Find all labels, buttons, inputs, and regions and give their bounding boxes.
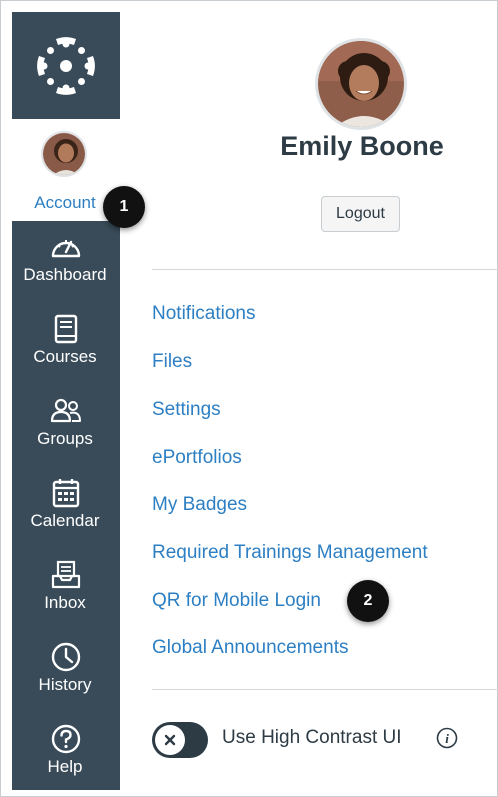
toggle-knob — [155, 725, 185, 755]
nav-item-label: Courses — [33, 347, 97, 366]
link-settings[interactable]: Settings — [152, 399, 221, 421]
courses-icon — [54, 314, 78, 344]
profile-avatar — [315, 38, 407, 130]
nav-item-inbox[interactable]: Inbox — [12, 550, 120, 632]
calendar-icon — [52, 479, 80, 508]
logout-button[interactable]: Logout — [321, 196, 400, 232]
link-my-badges[interactable]: My Badges — [152, 494, 247, 516]
high-contrast-toggle[interactable] — [152, 722, 208, 758]
high-contrast-label: Use High Contrast UI — [222, 727, 402, 748]
inbox-icon — [51, 560, 81, 589]
link-files[interactable]: Files — [152, 351, 192, 373]
dashboard-icon — [51, 240, 81, 258]
nav-item-label: Account — [34, 193, 96, 212]
nav-item-label: Inbox — [44, 593, 86, 612]
nav-item-label: Calendar — [30, 511, 100, 530]
info-icon[interactable]: i — [436, 727, 458, 749]
nav-item-dashboard[interactable]: Dashboard — [12, 222, 120, 304]
history-icon — [51, 642, 81, 672]
link-required-trainings-management[interactable]: Required Trainings Management — [152, 542, 428, 564]
callout-badge: 2 — [347, 580, 389, 622]
divider — [152, 689, 498, 690]
groups-icon — [50, 398, 81, 423]
nav-item-label: Dashboard — [23, 265, 107, 284]
svg-text:i: i — [445, 731, 449, 746]
canvas-logo-icon — [37, 36, 95, 95]
nav-item-label: History — [38, 675, 92, 694]
link-notifications[interactable]: Notifications — [152, 303, 256, 325]
divider — [152, 269, 498, 270]
nav-item-courses[interactable]: Courses — [12, 304, 120, 386]
callout-badge: 1 — [103, 186, 145, 228]
nav-item-label: Groups — [37, 429, 93, 448]
nav-item-help[interactable]: Help — [12, 714, 120, 796]
nav-item-groups[interactable]: Groups — [12, 386, 120, 468]
nav-item-calendar[interactable]: Calendar — [12, 468, 120, 550]
link-global-announcements[interactable]: Global Announcements — [152, 637, 348, 659]
help-icon — [51, 724, 81, 754]
close-icon — [164, 734, 176, 746]
avatar — [41, 131, 87, 177]
canvas-logo[interactable] — [12, 12, 120, 119]
link-qr-mobile-login[interactable]: QR for Mobile Login — [152, 590, 321, 612]
profile-name: Emily Boone — [280, 131, 444, 161]
nav-item-label: Help — [47, 757, 83, 776]
global-navigation: Account Dashboard Courses Groups Calenda… — [12, 12, 120, 790]
nav-item-history[interactable]: History — [12, 632, 120, 714]
link-eportfolios[interactable]: ePortfolios — [152, 447, 242, 469]
